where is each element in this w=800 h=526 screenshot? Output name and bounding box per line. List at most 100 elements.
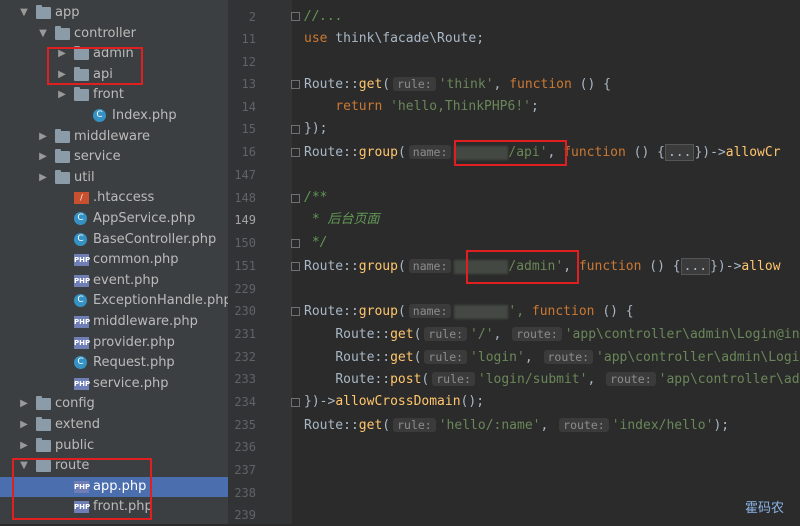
code-line: return 'hello,ThinkPHP6!'; xyxy=(304,96,539,118)
fold-toggle-icon[interactable] xyxy=(291,125,300,134)
param-hint: route: xyxy=(559,418,609,432)
tree-item[interactable]: ▶ service xyxy=(0,147,228,167)
fold-toggle-icon[interactable] xyxy=(291,12,300,21)
op: ( xyxy=(413,327,422,342)
param-hint: name: xyxy=(408,259,452,273)
method: group xyxy=(358,145,398,160)
tree-item[interactable]: ▼ controller xyxy=(0,24,228,44)
folded-code[interactable]: ... xyxy=(664,144,695,161)
php-class-icon: C xyxy=(74,212,87,225)
tree-item[interactable]: PHP middleware.php xyxy=(0,312,228,332)
line-number: 236 xyxy=(234,440,256,454)
php-file-icon: PHP xyxy=(74,377,91,390)
tree-item-label: util xyxy=(74,169,95,185)
class-ref: Route xyxy=(304,259,344,274)
folder-icon xyxy=(36,417,51,431)
tree-item[interactable]: ▶ config xyxy=(0,394,228,414)
string: 'login' xyxy=(470,350,525,365)
line-number: 239 xyxy=(234,508,256,522)
chevron-right-icon[interactable]: ▶ xyxy=(37,147,49,167)
tree-item[interactable]: C BaseController.php xyxy=(0,230,228,250)
keyword: function xyxy=(563,145,626,160)
tree-item-label: service.php xyxy=(93,375,169,391)
fold-toggle-icon[interactable] xyxy=(291,262,300,271)
chevron-right-icon[interactable]: ▶ xyxy=(37,168,49,188)
php-file-icon: PHP xyxy=(74,336,91,349)
tree-item[interactable]: ▶ extend xyxy=(0,415,228,435)
string: 'index/hello' xyxy=(611,418,714,433)
param-hint: rule: xyxy=(432,372,475,386)
class-ref: Route xyxy=(304,304,344,319)
highlight-box-api-admin xyxy=(47,47,143,85)
line-number: 2 xyxy=(248,10,256,24)
code-line: //... xyxy=(304,6,343,28)
fold-toggle-icon[interactable] xyxy=(291,80,300,89)
chevron-down-icon[interactable]: ▼ xyxy=(18,3,30,23)
param-hint: rule: xyxy=(393,77,436,91)
method: get xyxy=(390,327,414,342)
fold-toggle-icon[interactable] xyxy=(291,148,300,157)
param-hint: name: xyxy=(408,304,452,318)
code-line: Route::group(name: ', function () { xyxy=(304,300,634,323)
chevron-right-icon[interactable]: ▶ xyxy=(18,394,30,414)
fold-toggle-icon[interactable] xyxy=(291,307,300,316)
string: 'app\controller\admin\Logi xyxy=(596,350,800,365)
class-ref: Route xyxy=(335,350,375,365)
tree-item[interactable]: ▶ front xyxy=(0,85,228,105)
method: group xyxy=(358,304,398,319)
line-number: 229 xyxy=(234,282,256,296)
tree-item[interactable]: PHP event.php xyxy=(0,271,228,291)
string: 'app\controller\admin\Login@in xyxy=(564,327,800,342)
folder-icon xyxy=(74,87,89,102)
chevron-right-icon[interactable]: ▶ xyxy=(18,415,30,435)
tree-item-label: Request.php xyxy=(93,355,175,371)
watermark: 霍码农 xyxy=(744,501,784,516)
tree-item[interactable]: ▶ util xyxy=(0,168,228,188)
chevron-down-icon[interactable]: ▼ xyxy=(37,24,49,44)
chevron-right-icon[interactable]: ▶ xyxy=(56,85,68,105)
keyword: use xyxy=(304,31,328,46)
string: 'hello,ThinkPHP6!' xyxy=(390,99,531,114)
tree-item[interactable]: PHP service.php xyxy=(0,374,228,394)
php-file-icon: PHP xyxy=(74,316,91,328)
code-line: */ xyxy=(304,232,328,254)
tree-item-label: front xyxy=(93,87,124,103)
tree-item-label: middleware xyxy=(74,128,151,144)
tree-item[interactable]: ▼ app xyxy=(0,3,228,23)
chevron-right-icon[interactable]: ▶ xyxy=(37,127,49,147)
param-hint: rule: xyxy=(424,350,468,364)
tree-item[interactable]: C Index.php xyxy=(0,106,228,126)
line-number: 230 xyxy=(234,304,256,318)
tree-item-label: common.php xyxy=(93,252,179,268)
tree-item[interactable]: ▶ public xyxy=(0,436,228,456)
fold-toggle-icon[interactable] xyxy=(291,398,300,407)
tree-item-label: extend xyxy=(55,417,101,432)
fold-toggle-icon[interactable] xyxy=(291,239,300,248)
tree-item[interactable]: PHP common.php xyxy=(0,250,228,270)
keyword: function xyxy=(531,304,595,319)
tree-item[interactable]: ▶ middleware xyxy=(0,127,228,147)
highlight-box-route xyxy=(12,458,152,520)
tree-item[interactable]: C ExceptionHandle.php xyxy=(0,291,228,311)
op: () { xyxy=(594,304,634,319)
fold-toggle-icon[interactable] xyxy=(291,194,300,203)
comment: */ xyxy=(304,235,328,250)
tree-item[interactable]: PHP provider.php xyxy=(0,333,228,353)
class-ref: Route xyxy=(304,145,344,160)
param-hint: rule: xyxy=(424,327,468,341)
folder-icon xyxy=(55,128,70,143)
param-hint: route: xyxy=(512,327,562,341)
config-file-icon: / xyxy=(74,192,89,205)
code-line: Route::get(rule:'think', function () { xyxy=(304,77,611,92)
folded-code[interactable]: ... xyxy=(680,258,711,275)
tree-item[interactable]: C AppService.php xyxy=(0,209,228,229)
line-number: 238 xyxy=(234,486,256,500)
line-number: 11 xyxy=(241,32,256,46)
highlight-box-api-name xyxy=(454,140,567,166)
class-ref: Route xyxy=(304,418,344,433)
chevron-right-icon[interactable]: ▶ xyxy=(18,436,30,456)
tree-item[interactable]: / .htaccess xyxy=(0,188,228,208)
tree-item[interactable]: C Request.php xyxy=(0,353,228,373)
op: ; xyxy=(531,99,539,114)
op: })-> xyxy=(304,394,336,409)
